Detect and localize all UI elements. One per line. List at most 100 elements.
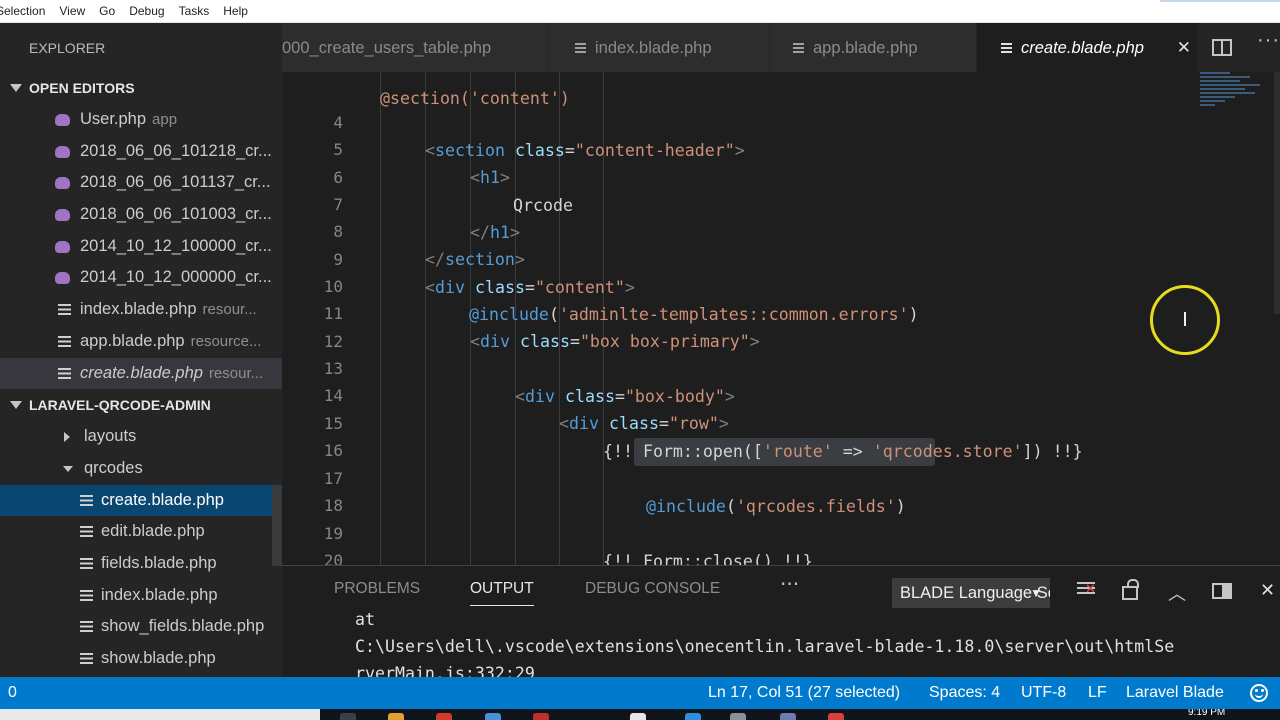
taskbar-app-icon[interactable]: [485, 713, 501, 720]
tab-index-blade[interactable]: index.blade.php: [548, 23, 770, 72]
maximize-panel-icon[interactable]: [1212, 583, 1232, 599]
open-editor-desc: app: [152, 111, 178, 128]
panel-tab-output[interactable]: OUTPUT: [470, 580, 534, 606]
open-editors-header[interactable]: OPEN EDITORS: [0, 72, 282, 104]
taskbar-app-icon[interactable]: [780, 713, 796, 720]
clear-output-icon[interactable]: [1077, 580, 1099, 600]
taskbar-app-icon[interactable]: [630, 713, 646, 720]
more-actions-icon[interactable]: ···: [1257, 29, 1280, 52]
lines-icon: [58, 367, 71, 379]
taskbar-clock[interactable]: 9:19 PM: [1188, 709, 1225, 718]
lines-icon: [1001, 43, 1012, 53]
feedback-smiley-icon[interactable]: [1250, 684, 1268, 702]
panel-tab-debug-console[interactable]: DEBUG CONSOLE: [585, 580, 720, 598]
status-indentation[interactable]: Spaces: 4: [929, 677, 1000, 709]
status-language[interactable]: Laravel Blade: [1126, 677, 1224, 709]
open-editor-desc: resource...: [190, 332, 262, 350]
output-channel-value: BLADE Language Server: [900, 584, 1050, 602]
code-line-11: 11 <div class="box box-primary">: [282, 273, 1202, 350]
tab-app-blade[interactable]: app.blade.php: [770, 23, 977, 72]
tab-label: index.blade.php: [595, 39, 712, 57]
menu-view[interactable]: View: [59, 4, 85, 18]
code-line-21: 21 </div>: [282, 547, 1202, 565]
taskbar-search-area[interactable]: [0, 709, 320, 720]
code-line-8: 8 </section>: [282, 191, 1202, 268]
minimap[interactable]: [1200, 72, 1272, 122]
open-editor-user-php[interactable]: User.php app: [0, 104, 282, 136]
tree-item-label: show.blade.php: [101, 649, 216, 667]
tree-folder-layouts[interactable]: layouts: [0, 421, 282, 453]
status-bar: 0 Ln 17, Col 51 (27 selected) Spaces: 4 …: [0, 677, 1280, 709]
open-editor-migration-4[interactable]: 2014_10_12_100000_cr...: [0, 231, 282, 263]
chevron-down-icon: [63, 465, 73, 472]
tree-file-show-blade[interactable]: show.blade.php: [0, 643, 282, 675]
tab-create-users-table[interactable]: 000_create_users_table.php: [282, 23, 548, 72]
lines-icon: [80, 494, 93, 506]
status-problems-count[interactable]: 0: [8, 677, 17, 709]
open-editor-name: User.php: [80, 110, 147, 128]
open-editors-label: OPEN EDITORS: [29, 80, 135, 96]
code-line-19: 19 {!! Form::close() !!}: [282, 493, 1202, 565]
panel-tab-problems[interactable]: PROBLEMS: [334, 580, 420, 598]
close-panel-icon[interactable]: ✕: [1260, 580, 1275, 601]
menu-help[interactable]: Help: [223, 4, 248, 18]
tree-item-label: show_fields.blade.php: [101, 617, 265, 636]
taskbar-app-icon[interactable]: [533, 713, 549, 720]
open-editor-migration-3[interactable]: 2018_06_06_101003_cr...: [0, 199, 282, 231]
status-eol[interactable]: LF: [1088, 677, 1107, 709]
open-editor-create-blade[interactable]: create.blade.php resour...: [0, 357, 282, 390]
php-elephant-icon: [55, 240, 70, 253]
status-cursor-position[interactable]: Ln 17, Col 51 (27 selected): [708, 677, 900, 709]
menu-tasks[interactable]: Tasks: [179, 4, 210, 18]
status-encoding[interactable]: UTF-8: [1021, 677, 1066, 709]
project-header[interactable]: LARAVEL-QRCODE-ADMIN: [0, 389, 282, 421]
more-icon[interactable]: ···: [780, 572, 799, 596]
php-elephant-icon: [55, 114, 70, 126]
chevron-right-icon: [64, 432, 70, 443]
tree-file-edit-blade[interactable]: edit.blade.php: [0, 516, 282, 548]
tab-label: create.blade.php: [1021, 39, 1144, 57]
open-editor-desc: resour...: [202, 301, 257, 319]
taskbar-app-icon[interactable]: [340, 713, 356, 720]
open-editor-index-blade[interactable]: index.blade.php resour...: [0, 294, 282, 326]
tree-folder-qrcodes[interactable]: qrcodes: [0, 453, 282, 485]
lock-scroll-icon[interactable]: [1122, 579, 1139, 600]
tree-file-index-blade[interactable]: index.blade.php: [0, 580, 282, 612]
split-editor-icon[interactable]: [1212, 39, 1232, 56]
menu-go[interactable]: Go: [99, 4, 115, 18]
open-editor-migration-2[interactable]: 2018_06_06_101137_cr...: [0, 167, 282, 199]
dropdown-arrow-icon: ▼: [1030, 586, 1042, 600]
tab-create-blade[interactable]: create.blade.php ✕: [977, 23, 1199, 72]
taskbar-vscode-icon[interactable]: [685, 713, 701, 720]
chevron-up-icon[interactable]: ︿: [1168, 580, 1186, 606]
menu-debug[interactable]: Debug: [129, 4, 164, 18]
lines-icon: [80, 589, 93, 601]
explorer-sidebar: EXPLORER OPEN EDITORS User.php app 2018_0…: [0, 23, 282, 677]
open-editor-app-blade[interactable]: app.blade.php resource...: [0, 326, 282, 358]
open-editor-migration-1[interactable]: 2018_06_06_101218_cr...: [0, 136, 282, 168]
tree-file-fields-blade[interactable]: fields.blade.php: [0, 548, 282, 580]
editor-scrollbar[interactable]: [1274, 72, 1280, 314]
open-editor-migration-5[interactable]: 2014_10_12_000000_cr...: [0, 262, 282, 294]
open-editor-name: app.blade.php: [80, 331, 185, 350]
taskbar-app-icon[interactable]: [388, 713, 404, 720]
php-elephant-icon: [55, 272, 70, 285]
code-line-5: 5 <h1>: [282, 109, 1202, 186]
project-label: LARAVEL-QRCODE-ADMIN: [29, 397, 211, 414]
open-editor-name: index.blade.php: [80, 300, 197, 319]
code-line-10: 10 @include('adminlte-templates::common.…: [282, 246, 1202, 323]
taskbar-app-icon[interactable]: [730, 713, 746, 720]
close-icon[interactable]: ✕: [1177, 23, 1191, 72]
code-line-15: 15 {!! Form::open(['route' => 'qrcodes.s…: [282, 383, 1202, 460]
code-line-13: 13 <div class="box-body">: [282, 328, 1202, 405]
tab-label: 000_create_users_table.php: [282, 39, 492, 57]
taskbar-app-icon[interactable]: [828, 713, 844, 720]
sidebar-scrollbar[interactable]: [272, 486, 282, 566]
menu-bar: Selection View Go Debug Tasks Help: [0, 0, 1280, 23]
tree-file-create-blade[interactable]: create.blade.php: [0, 484, 282, 517]
menu-selection[interactable]: Selection: [0, 4, 45, 18]
tree-file-show-fields-blade[interactable]: show_fields.blade.php: [0, 611, 282, 643]
taskbar-app-icon[interactable]: [436, 713, 452, 720]
output-channel-select[interactable]: BLADE Language Server ▼: [892, 578, 1050, 608]
code-editor[interactable]: @section('content') 4 <section class="co…: [282, 72, 1280, 565]
